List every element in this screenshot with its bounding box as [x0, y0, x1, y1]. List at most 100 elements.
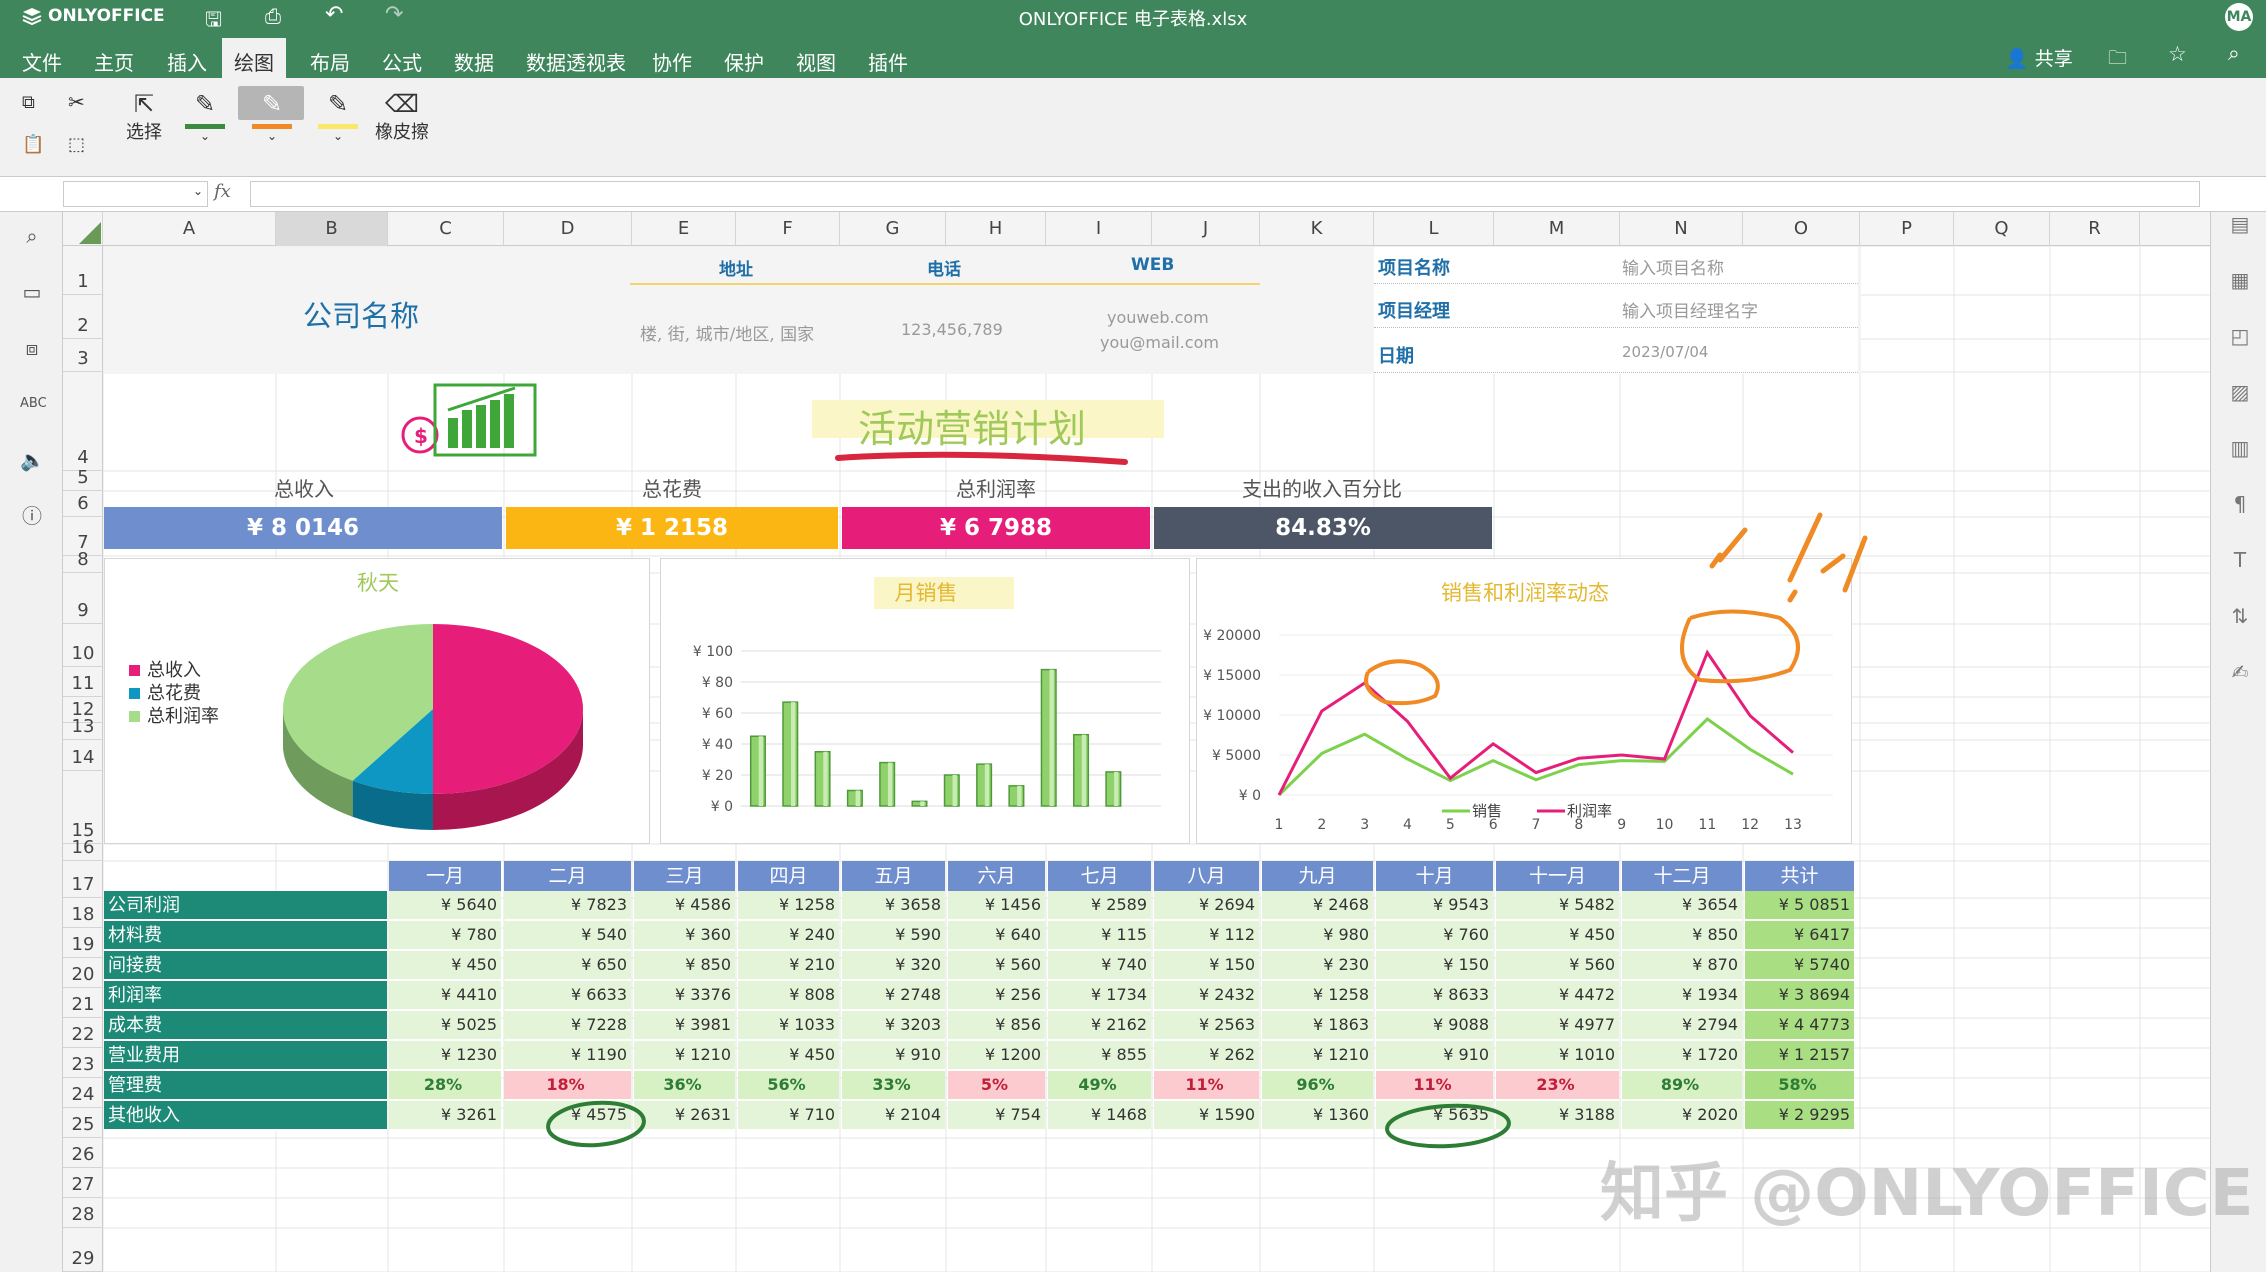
table-cell[interactable]: ¥ 210: [738, 951, 839, 979]
row-header-1[interactable]: 1: [63, 246, 103, 295]
table-cell[interactable]: 49%: [1048, 1071, 1151, 1099]
table-cell[interactable]: ¥ 450: [389, 951, 501, 979]
table-cell[interactable]: ¥ 2694: [1154, 891, 1259, 919]
table-cell[interactable]: ¥ 4575: [504, 1101, 631, 1129]
share-button[interactable]: 👤 共享: [2005, 44, 2073, 71]
row-header-14[interactable]: 14: [63, 740, 103, 771]
table-icon[interactable]: ▦: [2228, 268, 2252, 292]
table-cell[interactable]: ¥ 3261: [389, 1101, 501, 1129]
paste-icon[interactable]: 📋: [22, 134, 44, 155]
row-header-26[interactable]: 26: [63, 1138, 103, 1168]
user-avatar[interactable]: MA: [2225, 3, 2253, 31]
table-cell[interactable]: ¥ 262: [1154, 1041, 1259, 1069]
row-header-4[interactable]: 4: [63, 372, 103, 471]
table-cell[interactable]: 18%: [504, 1071, 631, 1099]
column-header-h[interactable]: H: [946, 212, 1046, 246]
table-cell[interactable]: ¥ 1033: [738, 1011, 839, 1039]
row-header-2[interactable]: 2: [63, 295, 103, 339]
column-header-o[interactable]: O: [1743, 212, 1860, 246]
tab-plugins[interactable]: 插件: [856, 43, 920, 78]
speaker-icon[interactable]: 🔈: [20, 448, 45, 472]
column-header-r[interactable]: R: [2050, 212, 2140, 246]
table-cell[interactable]: ¥ 320: [842, 951, 945, 979]
row-header-18[interactable]: 18: [63, 898, 103, 928]
column-header-j[interactable]: J: [1152, 212, 1260, 246]
tab-draw[interactable]: 绘图: [222, 38, 286, 78]
table-cell[interactable]: ¥ 1934: [1622, 981, 1742, 1009]
highlighter-button[interactable]: ✎ ⌄: [318, 90, 358, 150]
table-cell[interactable]: ¥ 5 0851: [1745, 891, 1854, 919]
table-cell[interactable]: 56%: [738, 1071, 839, 1099]
table-cell[interactable]: ¥ 780: [389, 921, 501, 949]
table-cell[interactable]: 89%: [1622, 1071, 1742, 1099]
table-cell[interactable]: ¥ 6417: [1745, 921, 1854, 949]
column-header-i[interactable]: I: [1046, 212, 1152, 246]
column-header-k[interactable]: K: [1260, 212, 1374, 246]
tab-insert[interactable]: 插入: [155, 43, 219, 78]
search-icon[interactable]: ⌕: [2228, 41, 2240, 66]
chat-icon[interactable]: ⧈: [20, 336, 44, 360]
table-cell[interactable]: ¥ 590: [842, 921, 945, 949]
table-cell[interactable]: ¥ 6633: [504, 981, 631, 1009]
pen-green-button[interactable]: ✎ ⌄: [185, 90, 225, 150]
table-cell[interactable]: ¥ 1258: [738, 891, 839, 919]
column-header-g[interactable]: G: [840, 212, 946, 246]
info-icon[interactable]: ⓘ: [20, 504, 44, 528]
table-cell[interactable]: ¥ 5482: [1496, 891, 1619, 919]
table-cell[interactable]: ¥ 2748: [842, 981, 945, 1009]
table-cell[interactable]: ¥ 2020: [1622, 1101, 1742, 1129]
cut-icon[interactable]: ✂: [68, 90, 85, 114]
row-header-11[interactable]: 11: [63, 667, 103, 697]
table-cell[interactable]: ¥ 650: [504, 951, 631, 979]
pen-orange-button[interactable]: ✎ ⌄: [252, 90, 292, 150]
tab-home[interactable]: 主页: [82, 43, 146, 78]
table-cell[interactable]: ¥ 3188: [1496, 1101, 1619, 1129]
table-cell[interactable]: 11%: [1154, 1071, 1259, 1099]
row-header-8[interactable]: 8: [63, 549, 103, 573]
column-header-m[interactable]: M: [1494, 212, 1620, 246]
table-cell[interactable]: ¥ 855: [1048, 1041, 1151, 1069]
table-cell[interactable]: ¥ 2162: [1048, 1011, 1151, 1039]
table-cell[interactable]: ¥ 754: [948, 1101, 1045, 1129]
row-header-10[interactable]: 10: [63, 624, 103, 667]
tab-pivot[interactable]: 数据透视表: [514, 43, 638, 78]
table-cell[interactable]: ¥ 1863: [1262, 1011, 1373, 1039]
table-cell[interactable]: ¥ 2631: [634, 1101, 735, 1129]
formula-input[interactable]: [250, 181, 2200, 207]
row-header-28[interactable]: 28: [63, 1198, 103, 1228]
table-cell[interactable]: ¥ 3981: [634, 1011, 735, 1039]
table-cell[interactable]: 28%: [389, 1071, 501, 1099]
table-cell[interactable]: ¥ 115: [1048, 921, 1151, 949]
table-cell[interactable]: ¥ 1360: [1262, 1101, 1373, 1129]
image-icon[interactable]: ▨: [2228, 380, 2252, 404]
table-cell[interactable]: ¥ 1210: [634, 1041, 735, 1069]
table-cell[interactable]: ¥ 4472: [1496, 981, 1619, 1009]
eraser-button[interactable]: ⌫ 橡皮擦: [375, 90, 429, 144]
row-header-22[interactable]: 22: [63, 1018, 103, 1048]
table-cell[interactable]: ¥ 1734: [1048, 981, 1151, 1009]
tab-view[interactable]: 视图: [784, 43, 848, 78]
table-cell[interactable]: ¥ 1210: [1262, 1041, 1373, 1069]
table-cell[interactable]: ¥ 150: [1376, 951, 1493, 979]
row-header-6[interactable]: 6: [63, 491, 103, 517]
table-cell[interactable]: ¥ 2589: [1048, 891, 1151, 919]
star-icon[interactable]: ☆: [2168, 42, 2187, 66]
table-cell[interactable]: ¥ 640: [948, 921, 1045, 949]
row-header-27[interactable]: 27: [63, 1168, 103, 1198]
column-header-f[interactable]: F: [736, 212, 840, 246]
table-cell[interactable]: ¥ 450: [738, 1041, 839, 1069]
chart-icon[interactable]: ▥: [2228, 436, 2252, 460]
folder-icon[interactable]: 🗀: [2108, 44, 2127, 76]
table-cell[interactable]: ¥ 5640: [389, 891, 501, 919]
column-header-q[interactable]: Q: [1954, 212, 2050, 246]
table-cell[interactable]: ¥ 560: [1496, 951, 1619, 979]
table-cell[interactable]: ¥ 808: [738, 981, 839, 1009]
table-cell[interactable]: ¥ 4410: [389, 981, 501, 1009]
name-box[interactable]: ⌄: [63, 181, 208, 207]
table-cell[interactable]: ¥ 7823: [504, 891, 631, 919]
table-cell[interactable]: ¥ 540: [504, 921, 631, 949]
row-header-29[interactable]: 29: [63, 1228, 103, 1272]
table-cell[interactable]: ¥ 112: [1154, 921, 1259, 949]
table-cell[interactable]: ¥ 3654: [1622, 891, 1742, 919]
row-header-17[interactable]: 17: [63, 861, 103, 898]
